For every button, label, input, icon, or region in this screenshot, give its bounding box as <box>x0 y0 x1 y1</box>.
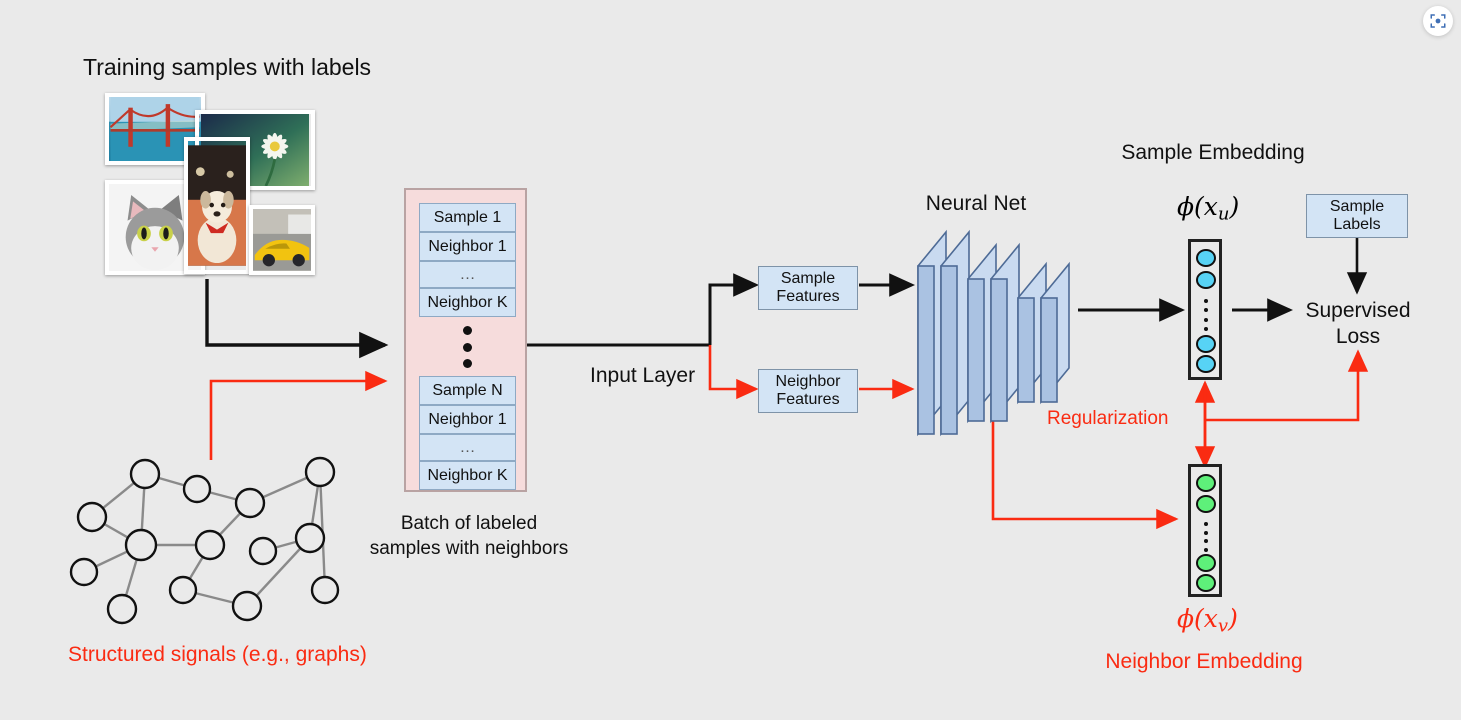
yellow-car-photo <box>249 205 315 275</box>
supervised-loss-line2: Loss <box>1335 325 1381 348</box>
graph-edges <box>83 470 327 610</box>
sample-embedding-node-4 <box>1196 355 1216 373</box>
wire-split-to-sample-features <box>708 273 760 345</box>
sample-labels-line2: Labels <box>1333 216 1381 233</box>
batch-cell-neighbor-1b: Neighbor 1 <box>419 405 516 434</box>
sample-embedding-column <box>1188 239 1222 380</box>
neighbor-embedding-math: ϕ(xv) <box>1177 604 1238 637</box>
batch-caption-line2: samples with neighbors <box>369 538 569 559</box>
batch-vertical-ellipsis <box>463 326 472 368</box>
batch-cell-neighbor-ka: Neighbor K <box>419 288 516 317</box>
phi-x-v-symbol: ϕ(x <box>1177 604 1218 633</box>
sample-embedding-node-2 <box>1196 271 1216 289</box>
wire-graph-to-batch <box>209 370 388 460</box>
neighbor-embedding-ellipsis <box>1204 522 1208 552</box>
neural-net-label: Neural Net <box>925 192 1027 215</box>
sample-features-line1: Sample <box>780 270 836 288</box>
input-layer-label: Input Layer <box>590 364 696 387</box>
connector-layer <box>69 229 1369 625</box>
neural-net-plates <box>917 229 1070 437</box>
wire-regularization-to-loss <box>1205 349 1369 422</box>
net-plate-2 <box>940 229 970 437</box>
net-plate-4 <box>990 242 1020 424</box>
batch-cell-neighbor-kb: Neighbor K <box>419 461 516 490</box>
wire-split-to-neighbor-features <box>708 345 759 400</box>
neighbor-embedding-node-4 <box>1196 574 1216 592</box>
phi-x-v-paren: ) <box>1228 604 1238 633</box>
neighbor-embedding-node-3 <box>1196 554 1216 572</box>
sample-labels-box: Sample Labels <box>1306 194 1408 238</box>
net-plate-6 <box>1040 261 1070 405</box>
sample-embedding-math: ϕ(xu) <box>1177 192 1239 225</box>
batch-cell-ellipsis-b: … <box>419 434 516 461</box>
net-plate-3 <box>967 242 997 424</box>
phi-x-u-symbol: ϕ(x <box>1177 192 1218 221</box>
neighbor-embedding-node-1 <box>1196 474 1216 492</box>
graph-nodes <box>69 456 340 625</box>
neighbor-features-line2: Features <box>776 391 840 408</box>
diagram-canvas: Training samples with labels Sample 1 Ne… <box>0 0 1461 720</box>
sample-embedding-node-3 <box>1196 335 1216 353</box>
sample-features-line2: Features <box>776 288 840 305</box>
neighbor-embedding-caption: Neighbor Embedding <box>1105 650 1303 673</box>
sample-features-box: Sample Features <box>758 266 858 310</box>
scan-focus-icon[interactable] <box>1423 6 1453 36</box>
batch-caption-line1: Batch of labeled <box>400 513 538 534</box>
phi-x-v-subscript: v <box>1217 615 1229 637</box>
regularization-label: Regularization <box>1047 408 1169 429</box>
page-title-training-samples: Training samples with labels <box>83 54 372 80</box>
wire-images-to-batch <box>205 279 389 359</box>
batch-cell-sample-1: Sample 1 <box>419 203 516 232</box>
phi-x-u-paren: ) <box>1229 192 1240 221</box>
batch-cell-sample-n: Sample N <box>419 376 516 405</box>
sample-embedding-label: Sample Embedding <box>1121 141 1305 164</box>
supervised-loss-line1: Supervised <box>1305 299 1411 322</box>
structured-signals-caption: Structured signals (e.g., graphs) <box>68 643 367 666</box>
neighbor-features-line1: Neighbor <box>775 373 841 391</box>
phi-x-u-subscript: u <box>1217 203 1230 225</box>
sample-embedding-node-1 <box>1196 249 1216 267</box>
sample-labels-line1: Sample <box>1329 198 1385 216</box>
batch-container: Sample 1 Neighbor 1 … Neighbor K Sample … <box>404 188 527 492</box>
net-plate-5 <box>1017 261 1047 405</box>
neighbor-embedding-node-2 <box>1196 495 1216 513</box>
net-plate-1 <box>917 229 947 437</box>
neighbor-features-box: Neighbor Features <box>758 369 858 413</box>
sample-embedding-ellipsis <box>1204 299 1208 331</box>
neighbor-embedding-column <box>1188 464 1222 597</box>
dog-photo <box>184 137 250 274</box>
batch-cell-ellipsis-a: … <box>419 261 516 288</box>
batch-cell-neighbor-1a: Neighbor 1 <box>419 232 516 261</box>
